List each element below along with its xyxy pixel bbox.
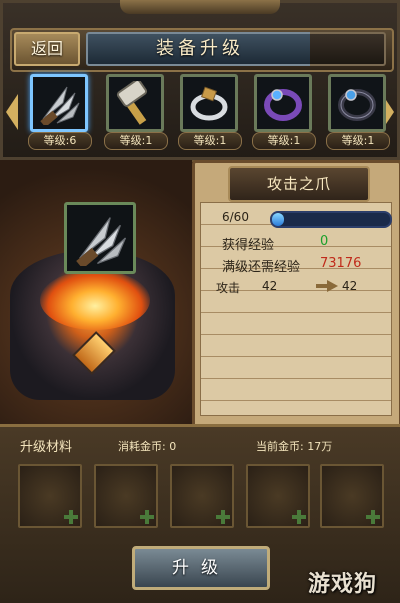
material-slot[interactable] bbox=[94, 464, 158, 528]
gain-exp-value: 0 bbox=[320, 234, 329, 249]
attack-next-value: 42 bbox=[342, 279, 358, 293]
top-ornament bbox=[120, 0, 280, 14]
equip-level-silver-ring: 等级:1 bbox=[178, 132, 242, 150]
equip-slot-silver-ring[interactable] bbox=[180, 74, 238, 132]
forge-item-slot bbox=[64, 202, 136, 274]
scroll-left-arrow-icon[interactable] bbox=[6, 94, 18, 130]
equip-slot-hammer[interactable] bbox=[106, 74, 164, 132]
equip-item-hammer[interactable]: 等级:1 bbox=[104, 74, 168, 150]
gold-cost: 消耗金币: 0 bbox=[118, 440, 177, 453]
equip-item-dark-ring[interactable]: 等级:1 bbox=[326, 74, 390, 150]
material-slot[interactable] bbox=[320, 464, 384, 528]
equip-item-purple-ring[interactable]: 等级:1 bbox=[252, 74, 316, 150]
equip-slot-claw[interactable] bbox=[30, 74, 88, 132]
equip-level-dark-ring: 等级:1 bbox=[326, 132, 390, 150]
plus-icon bbox=[140, 510, 154, 524]
plus-icon bbox=[292, 510, 306, 524]
back-button[interactable]: 返回 bbox=[14, 32, 80, 66]
material-slot[interactable] bbox=[18, 464, 82, 528]
purple-ring-icon bbox=[264, 89, 302, 121]
right-arrow-icon bbox=[316, 280, 338, 292]
title-plate-extension bbox=[310, 32, 386, 66]
material-slot[interactable] bbox=[246, 464, 310, 528]
exp-progress-bar bbox=[270, 211, 392, 228]
equip-item-silver-ring[interactable]: 等级:1 bbox=[178, 74, 242, 150]
plus-icon bbox=[64, 510, 78, 524]
equip-level-claw: 等级:6 bbox=[28, 132, 92, 150]
dark-ring-icon bbox=[338, 89, 376, 121]
plus-icon bbox=[366, 510, 380, 524]
page-title: 装备升级 bbox=[86, 32, 314, 66]
plus-icon bbox=[216, 510, 230, 524]
exp-progress-fill bbox=[272, 213, 284, 226]
forge-fire bbox=[40, 270, 150, 330]
equip-item-claw[interactable]: 等级:6 bbox=[28, 74, 92, 150]
silver-ring-icon bbox=[190, 86, 228, 121]
equip-slot-dark-ring[interactable] bbox=[328, 74, 386, 132]
material-slot[interactable] bbox=[170, 464, 234, 528]
need-exp-label: 满级还需经验 bbox=[222, 260, 301, 275]
need-exp-value: 73176 bbox=[320, 256, 362, 271]
current-gold: 当前金币: 17万 bbox=[256, 440, 333, 453]
equip-level-hammer: 等级:1 bbox=[104, 132, 168, 150]
equip-slot-purple-ring[interactable] bbox=[254, 74, 312, 132]
exp-text: 6/60 bbox=[222, 210, 249, 224]
materials-title: 升级材料 bbox=[20, 440, 73, 455]
watermark: 游戏狗 bbox=[308, 572, 378, 597]
hammer-icon bbox=[116, 81, 148, 125]
claw-icon bbox=[40, 86, 80, 125]
item-name: 攻击之爪 bbox=[228, 166, 370, 202]
upgrade-button[interactable]: 升级 bbox=[132, 546, 270, 590]
claw-icon bbox=[76, 217, 127, 266]
equip-level-purple-ring: 等级:1 bbox=[252, 132, 316, 150]
attack-label: 攻击 bbox=[216, 281, 241, 295]
attack-current-value: 42 bbox=[262, 279, 278, 293]
gain-exp-label: 获得经验 bbox=[222, 238, 275, 253]
